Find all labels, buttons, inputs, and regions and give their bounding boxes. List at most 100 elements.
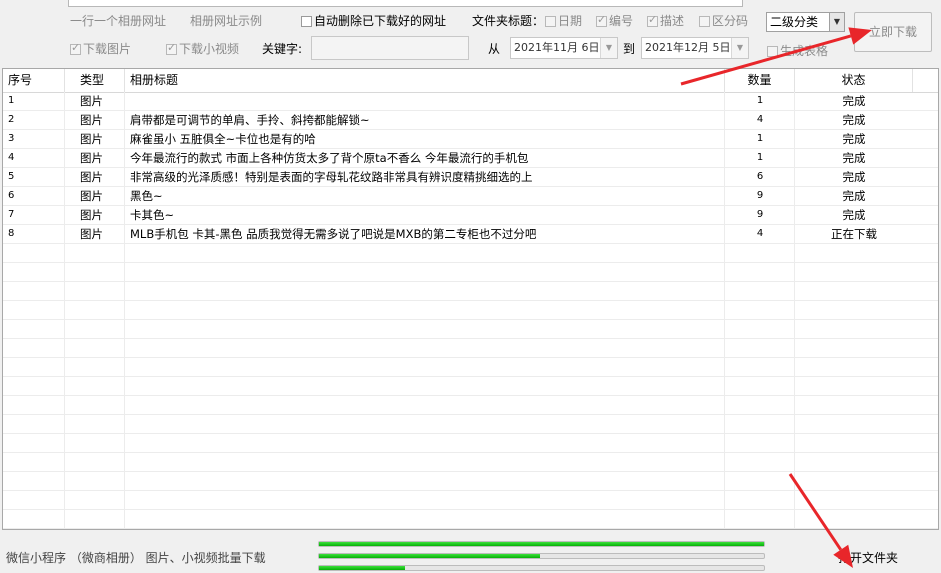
cell-type: 图片 [80, 227, 103, 241]
keyword-input[interactable] [311, 36, 469, 60]
to-date-picker[interactable]: 2021年12月 5日 ▼ [641, 37, 749, 59]
table-row[interactable]: 1 图片 1 完成 [3, 92, 938, 111]
category-select-value: 二级分类 [770, 15, 819, 29]
table-row[interactable]: 8 图片 MLB手机包 卡其-黑色 品质我觉得无需多说了吧说是MXB的第二专柜也不过… [3, 225, 938, 244]
table-row[interactable]: 3 图片 麻雀虽小 五脏俱全~卡位也是有的哈 1 完成 [3, 130, 938, 149]
cell-status: 完成 [842, 189, 866, 203]
cell-count: 6 [756, 171, 764, 182]
empty-row [3, 282, 938, 301]
folder-opt-code[interactable]: 区分码 [699, 12, 748, 29]
empty-row [3, 472, 938, 491]
table-row[interactable]: 4 图片 今年最流行的款式 市面上各种仿货太多了背个原ta不香么 今年最流行的手机包… [3, 149, 938, 168]
empty-row [3, 377, 938, 396]
cell-type: 图片 [80, 170, 103, 184]
open-folder-button[interactable]: 打开文件夹 [838, 549, 898, 566]
to-label: 到 [623, 42, 636, 56]
cell-title: 黑色~ [130, 189, 163, 203]
empty-row [3, 453, 938, 472]
category-select[interactable]: 二级分类 ▼ [766, 12, 845, 32]
checkbox-icon [301, 16, 312, 27]
cell-id: 4 [8, 152, 15, 163]
folder-opt-description[interactable]: 描述 [647, 12, 684, 29]
download-videos-label: 下载小视频 [179, 42, 240, 56]
checkbox-checked-icon [166, 41, 177, 55]
from-date-picker[interactable]: 2021年11月 6日 ▼ [510, 37, 618, 59]
option-one-url-per-line[interactable]: 一行一个相册网址 [70, 12, 166, 29]
generate-table-label: 生成表格 [780, 44, 829, 58]
cell-status: 完成 [842, 208, 866, 222]
checkbox-icon [767, 46, 778, 57]
empty-row [3, 263, 938, 282]
chevron-down-icon: ▼ [829, 13, 844, 31]
checkbox-checked-icon [70, 41, 81, 55]
cell-status: 完成 [842, 94, 866, 108]
empty-row [3, 244, 938, 263]
folder-opt-description-label: 描述 [660, 14, 685, 28]
option-url-example[interactable]: 相册网址示例 [190, 12, 262, 29]
progress-bar-2 [318, 553, 765, 559]
cell-id: 8 [8, 228, 15, 239]
generate-table-checkbox[interactable]: 生成表格 [767, 42, 828, 59]
empty-row [3, 491, 938, 510]
download-now-button[interactable]: 立即下载 [854, 12, 932, 52]
table-row[interactable]: 2 图片 肩带都是可调节的单肩、手拎、斜挎都能解锁~ 4 完成 [3, 111, 938, 130]
cell-title: 非常高级的光泽质感！特别是表面的字母轧花纹路非常具有辨识度精挑细选的上 [130, 170, 533, 184]
chevron-down-icon: ▼ [600, 38, 617, 58]
empty-row [3, 415, 938, 434]
cell-type: 图片 [80, 132, 103, 146]
download-images-label: 下载图片 [83, 42, 132, 56]
cell-count: 9 [756, 190, 764, 201]
empty-row [3, 434, 938, 453]
folder-opt-date[interactable]: 日期 [545, 12, 582, 29]
cell-status: 完成 [842, 113, 866, 127]
cell-title: 麻雀虽小 五脏俱全~卡位也是有的哈 [130, 132, 316, 146]
folder-opt-number[interactable]: 编号 [596, 12, 633, 29]
cell-id: 2 [8, 114, 15, 125]
cell-type: 图片 [80, 189, 103, 203]
table-row[interactable]: 5 图片 非常高级的光泽质感！特别是表面的字母轧花纹路非常具有辨识度精挑细选的上 6 完… [3, 168, 938, 187]
album-table: 序号 类型 相册标题 数量 状态 1 图片 1 完成 2 图片 肩带都是可调节的单肩、手拎、… [2, 68, 939, 530]
cell-count: 4 [756, 228, 764, 239]
checkbox-icon [545, 16, 556, 27]
table-row[interactable]: 7 图片 卡其色~ 9 完成 [3, 206, 938, 225]
from-date-value: 2021年11月 6日 [514, 41, 600, 54]
cell-id: 5 [8, 171, 15, 182]
cell-title [125, 92, 725, 110]
checkbox-icon [699, 16, 710, 27]
cell-title: MLB手机包 卡其-黑色 品质我觉得无需多说了吧说是MXB的第二专柜也不过分吧 [130, 227, 537, 241]
cell-type: 图片 [80, 208, 103, 222]
folder-title-label: 文件夹标题： [472, 14, 545, 28]
col-header-title[interactable]: 相册标题 [125, 69, 725, 92]
col-header-type[interactable]: 类型 [65, 69, 125, 92]
empty-row [3, 301, 938, 320]
cell-title: 肩带都是可调节的单肩、手拎、斜挎都能解锁~ [130, 113, 370, 127]
footer-text: 微信小程序 （微商相册） 图片、小视频批量下载 [6, 551, 266, 565]
download-videos-checkbox[interactable]: 下载小视频 [166, 40, 239, 57]
progress-bar-3 [318, 565, 765, 571]
cell-id: 3 [8, 133, 15, 144]
folder-opt-date-label: 日期 [558, 14, 583, 28]
checkbox-checked-icon [596, 13, 607, 27]
empty-row [3, 358, 938, 377]
cell-status: 正在下载 [831, 227, 877, 241]
url-input-area[interactable] [68, 0, 743, 7]
table-row[interactable]: 6 图片 黑色~ 9 完成 [3, 187, 938, 206]
col-header-status[interactable]: 状态 [795, 69, 913, 92]
folder-opt-code-label: 区分码 [712, 14, 749, 28]
col-header-count[interactable]: 数量 [725, 69, 795, 92]
empty-row [3, 510, 938, 529]
cell-status: 完成 [842, 132, 866, 146]
cell-type: 图片 [80, 113, 103, 127]
cell-count: 1 [756, 152, 764, 163]
cell-count: 1 [756, 133, 764, 144]
table-header: 序号 类型 相册标题 数量 状态 [3, 69, 938, 93]
to-date-value: 2021年12月 5日 [645, 41, 731, 54]
folder-opt-number-label: 编号 [609, 14, 634, 28]
cell-id: 7 [8, 209, 15, 220]
download-images-checkbox[interactable]: 下载图片 [70, 40, 131, 57]
auto-delete-checkbox[interactable]: 自动删除已下载好的网址 [301, 12, 446, 29]
col-header-id[interactable]: 序号 [3, 69, 65, 92]
cell-type: 图片 [80, 151, 103, 165]
cell-status: 完成 [842, 151, 866, 165]
cell-count: 9 [756, 209, 764, 220]
